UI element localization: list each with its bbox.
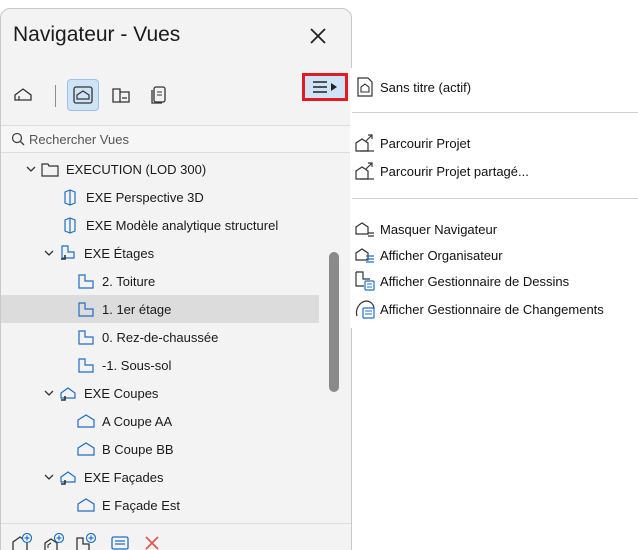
tree-folder-execution[interactable]: EXECUTION (LOD 300) <box>1 155 319 183</box>
layout-book-button[interactable] <box>105 79 137 111</box>
menu-button[interactable] <box>302 73 348 101</box>
navigator-palette: Navigateur - Vues Rechercher Vues EXECUT… <box>0 8 352 550</box>
section-icon <box>77 414 95 428</box>
project-map-button[interactable] <box>7 79 39 111</box>
elevation-folder-icon <box>60 471 76 485</box>
tree-item-label: EXE Étages <box>84 245 155 261</box>
story-folder-icon <box>61 245 75 260</box>
view-map-icon <box>73 86 93 104</box>
layout-book-icon <box>112 88 130 103</box>
search-input[interactable] <box>29 128 329 150</box>
toolbar-divider <box>55 85 56 107</box>
menu-item-parcourir-projet-partage[interactable]: Parcourir Projet partagé... <box>350 158 638 184</box>
browse-shared-project-icon <box>355 162 374 180</box>
new-view-icon[interactable] <box>11 532 33 550</box>
view-tree: EXECUTION (LOD 300) EXE Perspective 3D E… <box>1 155 327 515</box>
tree-item-toiture[interactable]: 2. Toiture <box>1 267 319 295</box>
story-icon <box>78 274 94 289</box>
project-map-icon <box>14 88 32 101</box>
menu-item-label: Afficher Gestionnaire de Changements <box>380 301 604 317</box>
menu-item-label: Afficher Gestionnaire de Dessins <box>380 273 570 289</box>
drawing-manager-icon <box>355 271 375 291</box>
tree-item-label: EXE Modèle analytique structurel <box>86 217 279 233</box>
bottom-toolbar <box>1 523 351 550</box>
3d-view-icon <box>64 189 76 206</box>
menu-divider <box>352 198 638 199</box>
project-view-icon <box>357 77 373 97</box>
folder-icon <box>41 163 59 177</box>
hamburger-icon <box>313 81 327 93</box>
menu-item-label: Parcourir Projet <box>380 135 471 151</box>
story-icon <box>78 330 94 345</box>
menu-item-label: Parcourir Projet partagé... <box>380 163 529 179</box>
palette-title: Navigateur - Vues <box>13 23 181 46</box>
menu-item-parcourir-projet[interactable]: Parcourir Projet <box>350 130 638 156</box>
tree-scrollbar-thumb[interactable] <box>329 252 339 392</box>
3d-view-icon <box>64 217 76 234</box>
elevation-icon <box>77 498 95 512</box>
menu-item-afficher-organisateur[interactable]: Afficher Organisateur <box>350 242 638 268</box>
tree-item-structural-model[interactable]: EXE Modèle analytique structurel <box>1 211 319 239</box>
tree-folder-coupes[interactable]: EXE Coupes <box>1 379 319 407</box>
organizer-icon <box>355 248 374 263</box>
new-folder-icon[interactable] <box>75 532 97 550</box>
tree-item-sous-sol[interactable]: -1. Sous-sol <box>1 351 319 379</box>
tree-item-label: 0. Rez-de-chaussée <box>102 329 219 345</box>
search-bar <box>1 125 351 153</box>
tree-item-label: EXECUTION (LOD 300) <box>66 161 207 177</box>
tree-item-label: B Coupe BB <box>102 441 174 457</box>
settings-list-icon[interactable] <box>109 532 131 550</box>
tree-item-coupe-bb[interactable]: B Coupe BB <box>1 435 319 463</box>
tree-item-label: 1. 1er étage <box>102 301 172 317</box>
menu-divider <box>352 112 638 113</box>
view-map-toolbar <box>1 71 351 119</box>
menu-item-label: Masquer Navigateur <box>380 221 498 237</box>
tree-folder-facades[interactable]: EXE Façades <box>1 463 319 491</box>
menu-item-gestionnaire-dessins[interactable]: Afficher Gestionnaire de Dessins <box>350 268 638 294</box>
story-icon <box>78 358 94 373</box>
tree-item-1er-etage[interactable]: 1. 1er étage <box>1 295 319 323</box>
new-view-all-icon[interactable] <box>43 532 65 550</box>
tree-item-rez-de-chaussee[interactable]: 0. Rez-de-chaussée <box>1 323 319 351</box>
tree-item-label: 2. Toiture <box>102 273 156 289</box>
change-manager-icon <box>355 300 375 319</box>
palette-header: Navigateur - Vues <box>1 9 351 71</box>
delete-icon[interactable] <box>141 532 163 550</box>
tree-item-label: EXE Coupes <box>84 385 159 401</box>
menu-item-sans-titre[interactable]: Sans titre (actif) <box>350 74 638 100</box>
section-icon <box>77 442 95 456</box>
menu-item-label: Afficher Organisateur <box>380 247 503 263</box>
tree-item-coupe-aa[interactable]: A Coupe AA <box>1 407 319 435</box>
chevron-down-icon[interactable] <box>43 471 55 483</box>
chevron-down-icon[interactable] <box>25 163 37 175</box>
tree-item-label: EXE Façades <box>84 469 164 485</box>
close-icon[interactable] <box>307 25 329 47</box>
tree-item-label: E Façade Est <box>102 497 181 513</box>
publisher-sets-icon <box>151 86 166 104</box>
tree-item-label: EXE Perspective 3D <box>86 189 204 205</box>
chevron-down-icon[interactable] <box>43 387 55 399</box>
search-icon <box>11 132 25 146</box>
tree-item-perspective-3d[interactable]: EXE Perspective 3D <box>1 183 319 211</box>
tree-item-label: -1. Sous-sol <box>102 357 172 373</box>
tree-item-label: A Coupe AA <box>102 413 173 429</box>
menu-item-masquer-navigateur[interactable]: Masquer Navigateur <box>350 216 638 242</box>
section-folder-icon <box>60 387 76 401</box>
tree-folder-etages[interactable]: EXE Étages <box>1 239 319 267</box>
view-map-button[interactable] <box>67 79 99 111</box>
triangle-right-icon <box>331 83 337 91</box>
publisher-sets-button[interactable] <box>143 79 175 111</box>
menu-item-gestionnaire-changements[interactable]: Afficher Gestionnaire de Changements <box>350 296 638 322</box>
chevron-down-icon[interactable] <box>43 247 55 259</box>
menu-item-label: Sans titre (actif) <box>380 79 472 95</box>
tree-item-facade-est[interactable]: E Façade Est <box>1 491 319 519</box>
browse-project-icon <box>355 134 374 152</box>
story-icon <box>78 302 94 317</box>
navigator-menu: Sans titre (actif) Parcourir Projet Parc… <box>350 68 638 328</box>
hide-navigator-icon <box>355 222 374 237</box>
